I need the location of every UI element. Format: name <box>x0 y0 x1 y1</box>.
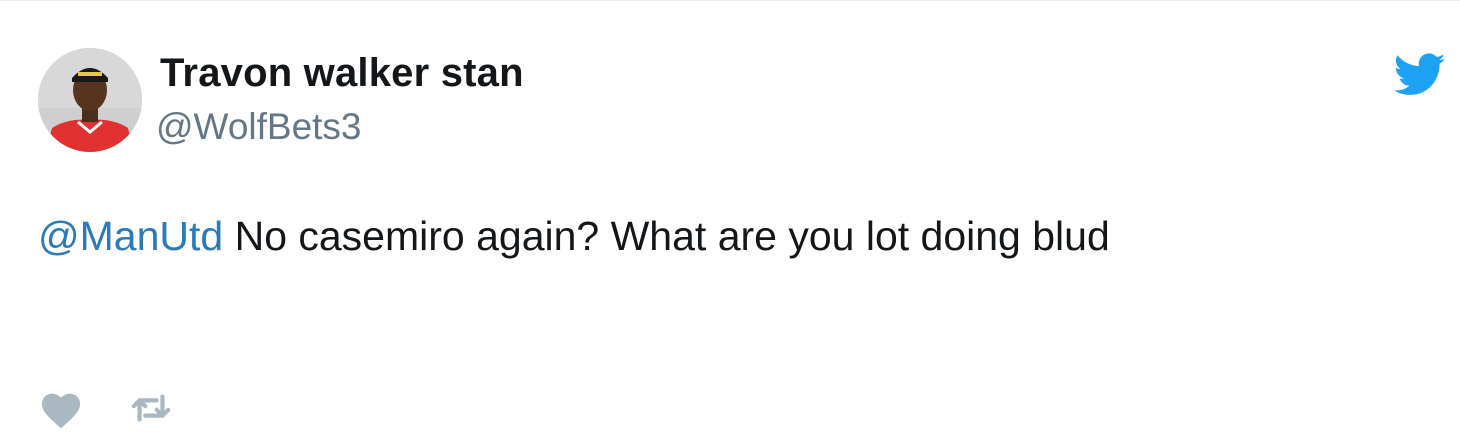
display-name[interactable]: Travon walker stan <box>160 51 524 96</box>
avatar[interactable] <box>38 48 142 152</box>
tweet-card: Travon walker stan @WolfBets3 @ManUtd No… <box>0 0 1460 448</box>
twitter-bird-icon[interactable] <box>1393 53 1446 97</box>
user-handle[interactable]: @WolfBets3 <box>156 106 362 148</box>
heart-icon[interactable] <box>38 387 84 429</box>
tweet-text: @ManUtd No casemiro again? What are you … <box>38 213 1110 260</box>
avatar-image <box>38 48 142 152</box>
retweet-icon[interactable] <box>128 387 174 429</box>
mention-link[interactable]: @ManUtd <box>38 213 223 259</box>
tweet-body: No casemiro again? What are you lot doin… <box>223 213 1110 259</box>
